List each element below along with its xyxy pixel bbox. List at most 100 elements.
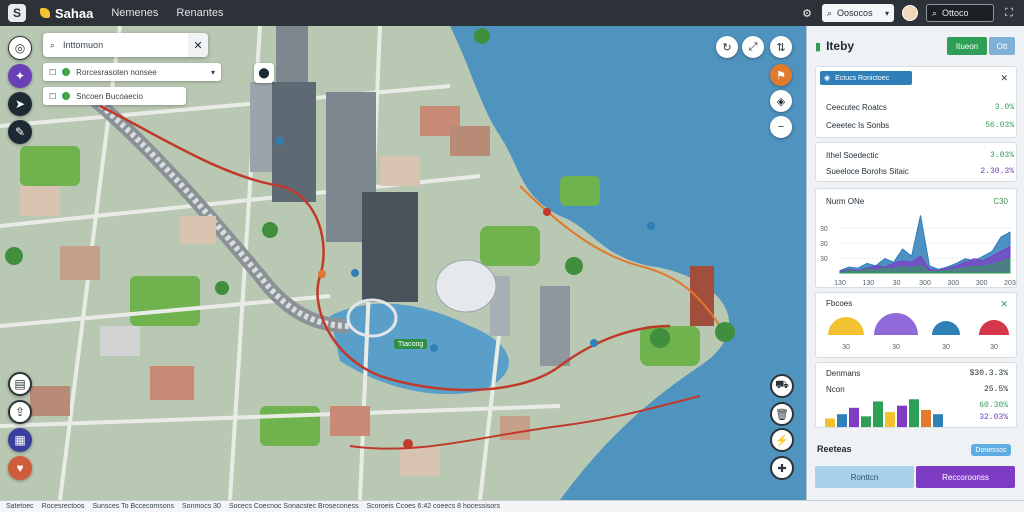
gauge-arc: [932, 321, 960, 335]
bar: [861, 416, 871, 427]
tilt-icon[interactable]: ⇅: [770, 36, 792, 58]
origin-dot-icon: [62, 68, 71, 76]
bar: [909, 399, 919, 427]
grid-icon[interactable]: ▦: [8, 428, 32, 452]
status-item: Socecs Coecnoc Sonacstec Broseconess: [228, 503, 359, 510]
chevron-down-icon: ▾: [884, 8, 889, 18]
map-search-value: Inttomuon: [63, 40, 104, 50]
rotate-icon[interactable]: ↻: [716, 36, 738, 58]
y-tick-label: 30: [820, 226, 828, 233]
share-icon[interactable]: ⇪: [8, 400, 32, 424]
legend-value-2: 32.03%: [979, 413, 1008, 422]
walk-icon[interactable]: ✚: [770, 456, 794, 480]
panel-title: Iteby: [826, 39, 855, 53]
legend-value-1: 60.30%: [979, 401, 1008, 410]
map-station-tag: Ttacoog: [394, 339, 428, 349]
search-icon: ⌕: [827, 7, 833, 18]
close-icon[interactable]: ✕: [1000, 73, 1008, 84]
chevron-down-icon[interactable]: ▾: [211, 68, 215, 77]
status-item: Rocesrectoos: [41, 503, 85, 510]
pin-icon[interactable]: ♥: [8, 456, 32, 480]
bar: [897, 405, 907, 427]
panel-tabs: Ronttcn Reccoroonss: [815, 466, 1015, 488]
navigate-icon[interactable]: ⤢: [742, 36, 764, 58]
bookmark-icon[interactable]: ▤: [8, 372, 32, 396]
stat-row: Sueeloce Borohs Sitaic 2.30.3%: [826, 167, 1014, 176]
x-tick-label: 30: [893, 280, 901, 287]
destination-dot-icon: [62, 92, 71, 100]
tab-a[interactable]: Ronttcn: [815, 466, 914, 488]
brand-mark-icon: [40, 8, 50, 18]
compass-icon[interactable]: ✦: [8, 64, 32, 88]
legend-sub: Ncon: [826, 385, 845, 394]
tools-icon[interactable]: ✎: [8, 120, 32, 144]
speed-icon[interactable]: ⚡: [770, 428, 794, 452]
drop-pin-icon[interactable]: ⬤: [254, 63, 274, 83]
route-from-value: Rorcesrasoten nonsee: [76, 67, 157, 77]
status-item: Satetoec: [6, 503, 34, 510]
status-pill[interactable]: Donessos: [971, 444, 1011, 456]
chart-title: Nurm ONe: [826, 197, 865, 206]
app-logo-icon[interactable]: S: [8, 4, 26, 22]
y-tick-label: 30: [820, 241, 828, 248]
checkbox-icon[interactable]: ☐: [49, 92, 56, 101]
gauge-label: 30: [942, 344, 950, 351]
stat-value: 3.0%: [994, 103, 1014, 112]
stat-value: 2.30.3%: [980, 167, 1014, 176]
top-select-value: Oosocos: [837, 8, 873, 18]
x-tick-label: 300: [919, 280, 931, 287]
top-search-value: Ottoco: [942, 8, 969, 18]
traffic-icon[interactable]: ⚑: [770, 64, 792, 86]
legend-value: $30.3.3%: [969, 369, 1008, 378]
bar: [837, 414, 847, 427]
summary-chip[interactable]: ◉ Ectucs Ronictoec: [820, 71, 912, 85]
gauge-arc: [828, 317, 864, 335]
gauge-label: 30: [842, 344, 850, 351]
panel-secondary-button[interactable]: Ott: [989, 37, 1015, 55]
nav-link-2[interactable]: Renantes: [176, 7, 223, 19]
area-chart-card: Nurm ONe C30 30 30 30 130 130 30 300 300 300 203: [815, 188, 1017, 288]
avatar[interactable]: [902, 5, 918, 21]
top-search-input[interactable]: ⌕ Ottoco: [926, 4, 994, 22]
insights-panel: ▮ Iteby Itueon Ott ◉ Ectucs Ronictoec ✕ …: [806, 26, 1024, 500]
map-search-input[interactable]: ⌕ Inttomuon: [43, 33, 208, 57]
route-from-field[interactable]: ☐ Rorcesrasoten nonsee ▾: [43, 63, 221, 81]
close-icon[interactable]: ✕: [1000, 299, 1008, 310]
tab-b[interactable]: Reccoroonss: [916, 466, 1015, 488]
zoom-out-icon[interactable]: −: [770, 116, 792, 138]
area-chart: 30 30 30 130 130 30 300 300 300 203: [820, 215, 1016, 287]
gauges-title: Fbcoes: [826, 299, 853, 308]
options-icon[interactable]: ⚙: [800, 6, 814, 20]
panel-primary-button[interactable]: Itueon: [947, 37, 987, 55]
close-icon[interactable]: ✕: [188, 33, 208, 57]
checkbox-icon[interactable]: ☐: [49, 68, 56, 77]
fullscreen-icon[interactable]: ⛶: [1002, 6, 1016, 20]
gauges-card: Fbcoes ✕ 30 30 30 30: [815, 292, 1017, 358]
trash-icon[interactable]: 🗑: [770, 402, 794, 426]
landmark-tower: [690, 266, 714, 326]
chart-icon: ▮: [815, 40, 822, 53]
bar: [921, 409, 931, 427]
bar: [849, 407, 859, 427]
status-item: Scoroeis Ccoes 6:42 coeecs 8 hocessisors: [366, 503, 500, 510]
gauge-arc: [979, 320, 1009, 335]
route-to-value: Sncoen Bucoaecio: [76, 91, 143, 101]
stat-row: Ceecutec Roatcs 3.0%: [826, 103, 1014, 112]
x-tick-label: 130: [862, 280, 874, 287]
route-to-field[interactable]: ☐ Sncoen Bucoaecio: [43, 87, 186, 105]
layers-icon[interactable]: ◎: [8, 36, 32, 60]
map-view[interactable]: ◎ ✦ ➤ ✎ ▤ ⇪ ▦ ♥ ⌕ Inttomuon ✕ ☐ Rorcesra…: [0, 26, 806, 500]
search-icon: ⌕: [50, 39, 56, 50]
status-item: Sonmocs 30: [182, 503, 221, 510]
top-select[interactable]: ⌕ Oosocos ▾: [822, 4, 894, 22]
location-icon[interactable]: ➤: [8, 92, 32, 116]
legend-sub-value: 25.5%: [983, 385, 1008, 394]
summary-chip-label: Ectucs Ronictoec: [835, 74, 890, 82]
status-bar: Satetoec Rocesrectoos Sunsces To Bccecom…: [0, 500, 1024, 512]
bar: [933, 414, 943, 427]
car-icon[interactable]: ⛟: [770, 374, 794, 398]
stat-value: 3.03%: [989, 151, 1014, 160]
cube-icon[interactable]: ◈: [770, 90, 792, 112]
nav-link-1[interactable]: Nemenes: [111, 7, 158, 19]
bar-chart: [825, 399, 943, 427]
